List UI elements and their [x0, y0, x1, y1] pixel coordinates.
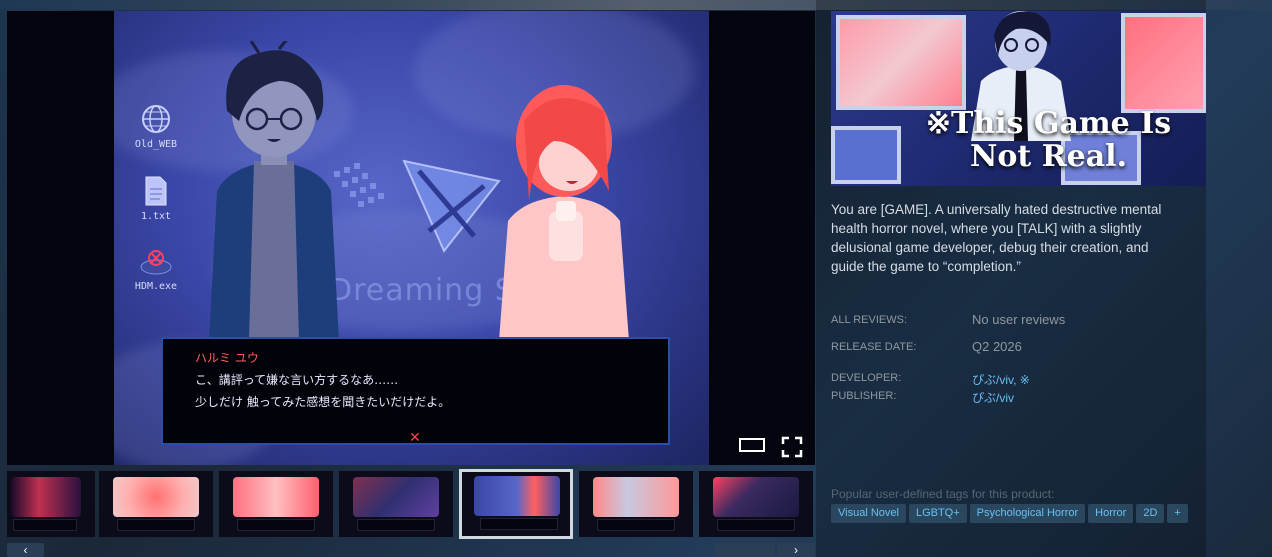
theater-mode-icon[interactable]: [738, 436, 766, 454]
virus-icon: [140, 250, 172, 275]
game-info-panel: ※This Game Is Not Real. You are [GAME]. …: [816, 0, 1206, 557]
thumbnail-1[interactable]: [7, 471, 95, 537]
add-tag-button[interactable]: +: [1167, 504, 1188, 523]
desktop-icon-hdm: HDM.exe: [126, 247, 186, 292]
desktop-icon-old-web: Old_WEB: [126, 103, 186, 150]
release-date-label: RELEASE DATE:: [831, 341, 917, 353]
character-girl: [499, 85, 629, 341]
media-section: Old_WEB 1.txt HDM.exe Dreaming S ハルミ ユウ …: [7, 11, 815, 557]
thumbnail-6[interactable]: [579, 471, 693, 537]
thumbnail-2[interactable]: [99, 471, 213, 537]
dialogue-close-icon: ✕: [409, 429, 421, 445]
dialogue-line-1: こ、講評って嫌な言い方するなあ……: [195, 373, 399, 387]
thumbnail-scrollbar[interactable]: [715, 543, 775, 557]
reviews-label: ALL REVIEWS:: [831, 314, 908, 326]
dialogue-speaker: ハルミ ユウ: [195, 351, 259, 365]
developer-link[interactable]: ぴぶ/viv, ※: [972, 371, 1030, 388]
thumbnail-strip: [7, 469, 815, 541]
dreaming-logo-mark: [334, 159, 501, 253]
thumbnail-5-selected[interactable]: [459, 469, 573, 539]
dialogue-line-2: 少しだけ 触ってみた感想を聞きたいだけだよ。: [195, 395, 451, 409]
game-description: You are [GAME]. A universally hated dest…: [831, 202, 1162, 274]
developer-label: DEVELOPER:: [831, 372, 902, 384]
screenshot-viewer[interactable]: Old_WEB 1.txt HDM.exe Dreaming S ハルミ ユウ …: [7, 11, 815, 465]
game-header-capsule[interactable]: ※This Game Is Not Real.: [831, 11, 1206, 186]
publisher-link[interactable]: ぴぶ/viv: [972, 389, 1014, 406]
chevron-left-icon: ‹: [23, 543, 28, 557]
dreaming-logo-text: Dreaming S: [329, 273, 515, 308]
screenshot-image: Old_WEB 1.txt HDM.exe Dreaming S ハルミ ユウ …: [114, 11, 709, 465]
file-icon: [145, 176, 167, 206]
capsule-title: ※This Game Is Not Real.: [925, 106, 1172, 174]
fullscreen-icon[interactable]: [781, 436, 803, 458]
character-boy: [209, 41, 339, 341]
tag-psychological-horror[interactable]: Psychological Horror: [969, 504, 1086, 523]
desktop-icon-txt: 1.txt: [126, 175, 186, 222]
tags-heading: Popular user-defined tags for this produ…: [831, 487, 1055, 501]
tag-horror[interactable]: Horror: [1088, 504, 1134, 523]
globe-icon: [142, 105, 170, 133]
thumbnail-scroll-left-button[interactable]: ‹: [7, 543, 44, 557]
publisher-label: PUBLISHER:: [831, 390, 897, 402]
release-date-value: Q2 2026: [972, 339, 1022, 354]
chevron-right-icon: ›: [794, 543, 798, 557]
tag-visual-novel[interactable]: Visual Novel: [831, 504, 906, 523]
thumbnail-7[interactable]: [699, 471, 813, 537]
tag-list: Visual Novel LGBTQ+ Psychological Horror…: [831, 504, 1188, 523]
tag-2d[interactable]: 2D: [1136, 504, 1165, 523]
thumbnail-scroll-right-button[interactable]: ›: [777, 543, 815, 557]
thumbnail-4[interactable]: [339, 471, 453, 537]
tag-lgbtq[interactable]: LGBTQ+: [908, 504, 967, 523]
dialogue-box[interactable]: ハルミ ユウ こ、講評って嫌な言い方するなあ…… 少しだけ 触ってみた感想を聞き…: [161, 337, 670, 445]
reviews-value: No user reviews: [972, 312, 1066, 327]
thumbnail-3[interactable]: [219, 471, 333, 537]
